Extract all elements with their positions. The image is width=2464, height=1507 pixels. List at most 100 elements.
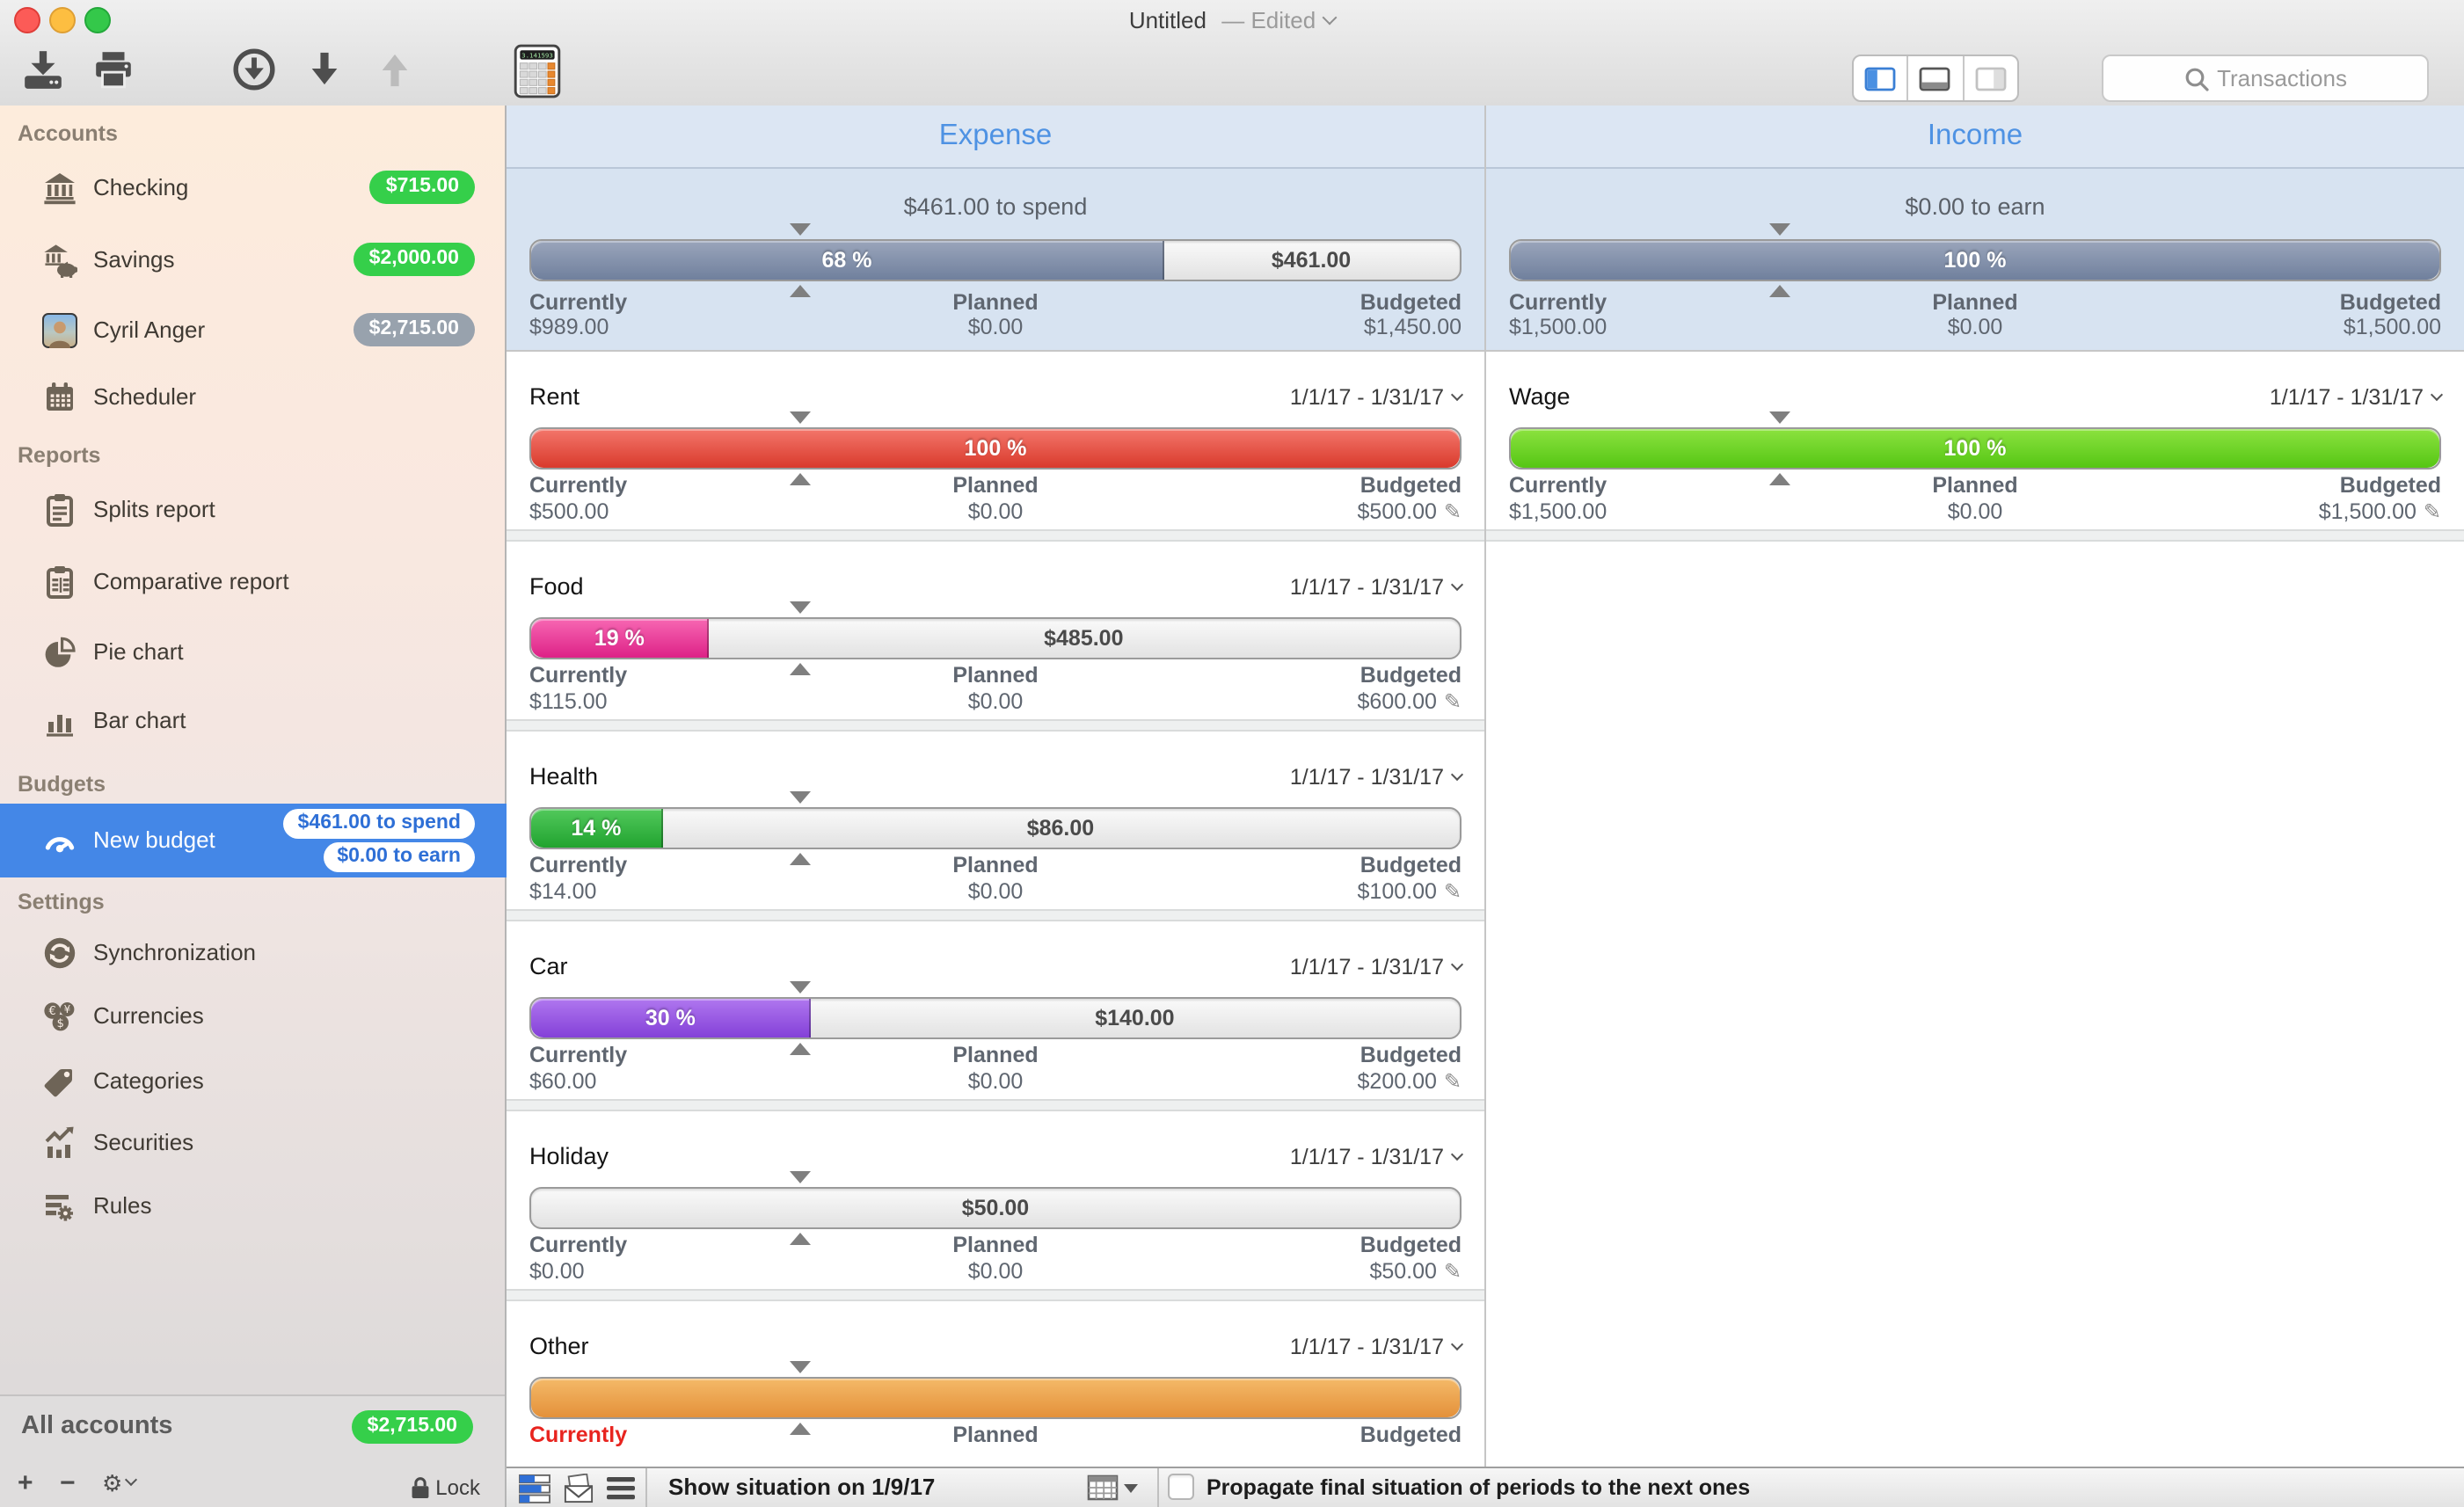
sidebar-item-rules[interactable]: Rules <box>0 1175 507 1238</box>
budget-earn-badge: $0.00 to earn <box>323 842 475 872</box>
sidebar-item-scheduler[interactable]: Scheduler <box>0 366 507 429</box>
budgeted-value: $200.00✎ <box>1151 1069 1462 1094</box>
currently-label: Currently <box>529 290 840 315</box>
period-marker-top <box>790 223 811 246</box>
title-chevron-icon[interactable] <box>1323 11 1338 25</box>
sidebar-item-label: Categories <box>93 1050 204 1113</box>
sidebar-item-synchronization[interactable]: Synchronization <box>0 921 507 985</box>
save-icon <box>21 49 65 90</box>
period-selector[interactable]: 1/1/17 - 1/31/17 <box>1290 1335 1462 1359</box>
view-bottombar-toggle[interactable] <box>1909 56 1965 100</box>
row-separator <box>507 1099 1484 1111</box>
list-menu-button[interactable] <box>607 1477 635 1500</box>
planned-label: Planned <box>840 290 1150 315</box>
sidebar-item-checking[interactable]: Checking $715.00 <box>0 157 507 220</box>
section-reports: Reports <box>18 443 100 471</box>
currently-value: $115.00 <box>529 689 840 714</box>
view-rightpanel-toggle[interactable] <box>1964 56 2017 100</box>
svg-text:3.141593: 3.141593 <box>521 51 553 59</box>
account-name: Checking <box>93 157 188 220</box>
sidebar-item-savings[interactable]: Savings $2,000.00 <box>0 229 507 292</box>
sidebar: Accounts Checking $715.00 Savings $2,000… <box>0 106 507 1507</box>
category-row-other: Other 1/1/17 - 1/31/17 Currently Planned… <box>507 1301 1484 1491</box>
document-title: Untitled <box>1129 7 1206 33</box>
edit-budget-icon[interactable]: ✎ <box>1444 499 1462 524</box>
sidebar-item-comparative-report[interactable]: Comparative report <box>0 550 507 614</box>
envelope-docs-icon <box>561 1474 596 1503</box>
period-selector[interactable]: 1/1/17 - 1/31/17 <box>1290 765 1462 790</box>
account-name: Cyril Anger <box>93 299 205 362</box>
remove-account-button[interactable]: − <box>60 1468 76 1498</box>
row-separator <box>507 909 1484 921</box>
sidebar-item-categories[interactable]: Categories <box>0 1050 507 1113</box>
date-picker-button[interactable] <box>1087 1474 1138 1502</box>
planned-value: $0.00 <box>840 689 1150 714</box>
sidebar-item-bar-chart[interactable]: Bar chart <box>0 689 507 753</box>
right-panel-icon <box>1975 66 2007 91</box>
edit-budget-icon[interactable]: ✎ <box>2424 499 2441 524</box>
all-accounts-label: All accounts <box>21 1412 172 1440</box>
edit-budget-icon[interactable]: ✎ <box>1444 879 1462 904</box>
action-gear-button[interactable]: ⚙ <box>102 1470 135 1498</box>
sidebar-item-label: Pie chart <box>93 621 184 684</box>
circled-down-arrow-icon <box>232 47 276 91</box>
view-sidebar-toggle[interactable] <box>1854 56 1909 100</box>
planned-value: $0.00 <box>840 1259 1150 1284</box>
edit-budget-icon[interactable]: ✎ <box>1444 1259 1462 1284</box>
currently-value: $60.00 <box>529 1069 840 1094</box>
sidebar-item-label: Bar chart <box>93 689 186 753</box>
edited-label: — Edited <box>1221 7 1316 33</box>
bar-rest-label: $461.00 <box>1163 241 1460 280</box>
period-selector[interactable]: 1/1/17 - 1/31/17 <box>1290 575 1462 600</box>
add-account-button[interactable]: + <box>18 1468 33 1498</box>
title-toolbar: Untitled — Edited <box>0 0 2464 107</box>
view-mode-segmented-control <box>1852 55 2019 102</box>
clipboard-report-icon <box>42 492 77 528</box>
income-summary-bar: 100 % <box>1509 239 2441 281</box>
sidebar-item-securities[interactable]: Securities <box>0 1111 507 1175</box>
row-separator <box>1486 529 2464 542</box>
planned-value: $0.00 <box>1819 315 2130 339</box>
securities-icon <box>42 1125 77 1161</box>
category-row-health: Health 1/1/17 - 1/31/17 14 %$86.00 Curre… <box>507 732 1484 921</box>
budget-main: Expense $461.00 to spend 68 % $461.00 Cu… <box>507 106 2464 1507</box>
comparative-report-icon <box>42 564 77 600</box>
search-field[interactable]: Transactions <box>2102 55 2429 102</box>
lock-button[interactable]: Lock <box>409 1475 480 1500</box>
all-accounts-badge: $2,715.00 <box>352 1410 473 1444</box>
app-window: Untitled — Edited <box>0 0 2464 1507</box>
window-title: Untitled — Edited <box>0 7 2464 33</box>
propagate-checkbox[interactable] <box>1168 1474 1194 1500</box>
sidebar-item-label: Synchronization <box>93 921 256 985</box>
edit-budget-icon[interactable]: ✎ <box>1444 1069 1462 1094</box>
sidebar-item-cyril-anger[interactable]: Cyril Anger $2,715.00 <box>0 299 507 362</box>
period-selector[interactable]: 1/1/17 - 1/31/17 <box>2270 385 2441 410</box>
sidebar-item-currencies[interactable]: € ¥ $ Currencies <box>0 985 507 1048</box>
export-button[interactable] <box>561 1474 596 1503</box>
calculator-icon: 3.141593 <box>514 44 561 98</box>
category-name: Holiday <box>529 1143 609 1169</box>
download-button[interactable] <box>306 49 343 90</box>
expense-headline: $461.00 to spend <box>507 193 1484 220</box>
budget-bars-view-button[interactable] <box>517 1474 552 1503</box>
period-selector[interactable]: 1/1/17 - 1/31/17 <box>1290 385 1462 410</box>
currently-value: $1,500.00 <box>1509 315 1819 339</box>
category-bar: 14 %$86.00 <box>529 807 1462 849</box>
import-button[interactable] <box>232 47 276 91</box>
save-button[interactable] <box>21 49 65 90</box>
period-marker-top <box>1769 223 1790 246</box>
edit-budget-icon[interactable]: ✎ <box>1444 689 1462 714</box>
period-selector[interactable]: 1/1/17 - 1/31/17 <box>1290 1145 1462 1169</box>
calculator-button[interactable]: 3.141593 <box>514 44 561 98</box>
sidebar-item-splits-report[interactable]: Splits report <box>0 478 507 542</box>
sidebar-item-new-budget[interactable]: New budget $461.00 to spend $0.00 to ear… <box>0 804 507 877</box>
print-button[interactable] <box>91 49 135 90</box>
sidebar-item-pie-chart[interactable]: Pie chart <box>0 621 507 684</box>
sidebar-item-label: Rules <box>93 1175 152 1238</box>
period-selector[interactable]: 1/1/17 - 1/31/17 <box>1290 955 1462 979</box>
upload-button-disabled[interactable] <box>376 49 413 90</box>
row-separator <box>507 529 1484 542</box>
down-arrow-icon <box>306 49 343 90</box>
category-row-food: Food 1/1/17 - 1/31/17 19 %$485.00 Curren… <box>507 542 1484 732</box>
budgeted-value: $600.00✎ <box>1151 689 1462 714</box>
